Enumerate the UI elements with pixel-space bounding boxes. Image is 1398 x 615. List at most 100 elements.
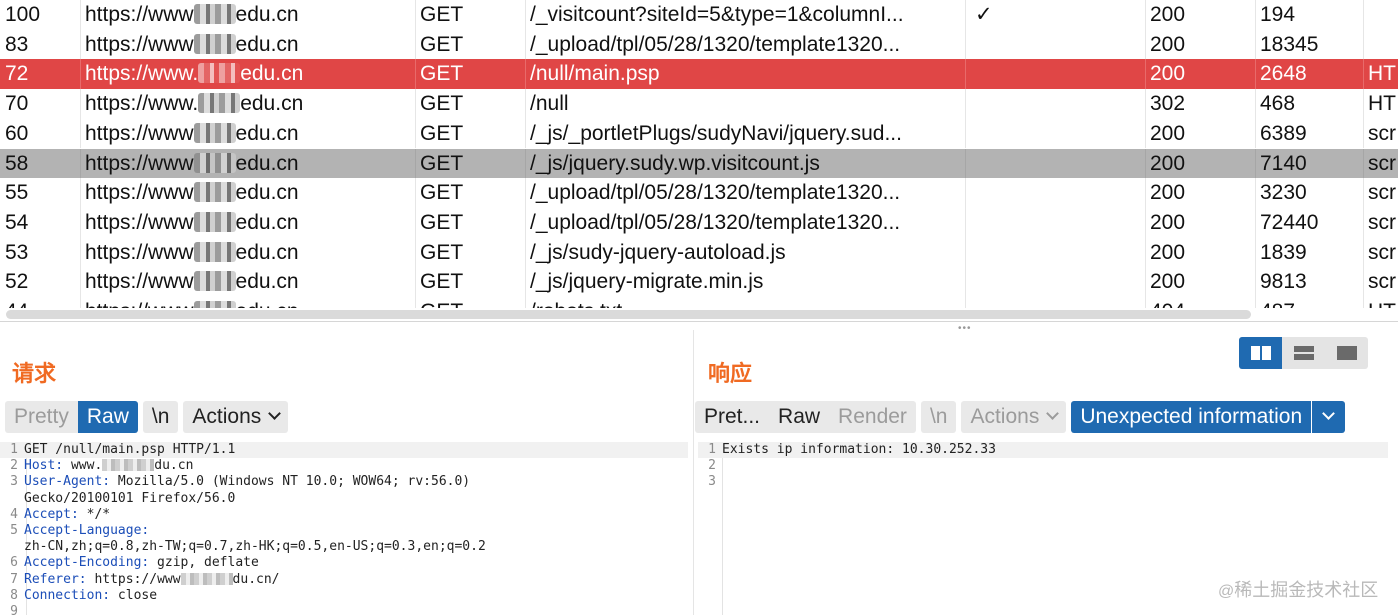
host-suffix: edu.cn	[235, 270, 299, 294]
response-view-tabs: Pret... Raw Render \n Actions Unexpected…	[695, 401, 1346, 433]
host-cell: https://www edu.cn	[80, 30, 415, 60]
column-separator	[80, 118, 81, 149]
tab-render[interactable]: Render	[829, 401, 916, 433]
column-separator	[80, 207, 81, 238]
column-separator	[1145, 148, 1146, 179]
header-name: Host:	[24, 458, 64, 474]
url-cell: /_upload/tpl/05/28/1320/template1320...	[530, 210, 901, 234]
rows-icon	[1294, 346, 1314, 360]
host-suffix: edu.cn	[235, 210, 299, 234]
host-prefix: https://www	[85, 181, 194, 205]
tab-unexpected-information[interactable]: Unexpected information	[1071, 401, 1312, 433]
line-number: 8	[10, 587, 18, 603]
tab-pretty[interactable]: Pretty	[5, 401, 78, 433]
host-cell: https://www edu.cn	[80, 267, 415, 297]
actions-menu-button[interactable]: Actions	[961, 401, 1067, 433]
column-separator	[415, 0, 416, 30]
column-separator	[415, 148, 416, 179]
horizontal-scrollbar[interactable]	[0, 308, 1398, 322]
line-text: Host: www. du.cn	[24, 458, 193, 474]
edited-cell	[965, 119, 1145, 149]
column-separator	[1255, 267, 1256, 297]
table-row[interactable]: 83 https://www edu.cn GET /_upload/tpl/05/28…	[0, 29, 1398, 60]
layout-single-button[interactable]	[1325, 337, 1368, 369]
length-cell: 1839	[1260, 240, 1307, 264]
request-editor[interactable]: 1 GET /null/main.psp HTTP/1.1 2 Host: www. d…	[0, 442, 688, 615]
table-row[interactable]: 58 https://www edu.cn GET /_js/jquery.sudy.w…	[0, 148, 1398, 179]
response-format-toggle: Pret... Raw Render	[695, 401, 916, 433]
code-line: zh-CN,zh;q=0.8,zh-TW;q=0.7,zh-HK;q=0.5,e…	[0, 539, 688, 555]
table-row[interactable]: 70 https://www. edu.cn GET/null 302 468 HT	[0, 89, 1398, 119]
method-cell: GET	[420, 32, 464, 56]
column-separator	[1255, 0, 1256, 30]
line-number	[0, 491, 24, 507]
line-text: zh-CN,zh;q=0.8,zh-TW;q=0.7,zh-HK;q=0.5,e…	[24, 539, 486, 555]
length-cell: 6389	[1260, 121, 1307, 145]
code-line: Gecko/20100101 Firefox/56.0	[0, 491, 688, 507]
method-cell: GET	[420, 210, 464, 234]
tab-pretty[interactable]: Pret...	[695, 401, 770, 433]
layout-toggle	[1239, 337, 1368, 369]
code-line: 1 GET /null/main.psp HTTP/1.1	[0, 442, 688, 459]
table-row[interactable]: 52 https://www edu.cn GET /_js/jquery-migrat…	[0, 267, 1398, 297]
num-cell: 55	[5, 181, 29, 205]
code-line: 5 Accept-Language:	[0, 523, 688, 539]
mime-cell	[1363, 30, 1398, 60]
extension-tab-group: Unexpected information	[1071, 401, 1346, 433]
method-cell: GET	[420, 151, 464, 175]
table-row[interactable]: 55 https://www edu.cn GET /_upload/tpl/05/28…	[0, 178, 1398, 208]
layout-rows-button[interactable]	[1282, 337, 1325, 369]
header-name: Accept:	[24, 506, 79, 522]
table-row[interactable]: 100 https://www edu.cn GET /_visitcount?site…	[0, 0, 1398, 30]
table-row[interactable]: 53 https://www edu.cn GET /_js/sudy-jquery-a…	[0, 237, 1398, 268]
column-separator	[1363, 237, 1364, 268]
table-row[interactable]: 54 https://www edu.cn GET /_upload/tpl/05/28…	[0, 207, 1398, 238]
newline-toggle-button[interactable]: \n	[920, 401, 957, 433]
watermark: @稀土掘金技术社区	[1218, 580, 1379, 600]
code-line: 4 Accept: */*	[0, 507, 688, 523]
host-cell: https://www edu.cn	[80, 149, 415, 179]
redacted-blur	[193, 152, 236, 173]
column-separator	[965, 118, 966, 149]
extension-dropdown-button[interactable]	[1311, 401, 1346, 433]
status-cell: 200	[1150, 121, 1186, 145]
code-line: 7 Referer: https://www du.cn/	[0, 572, 688, 588]
num-cell: 83	[5, 32, 29, 56]
line-number: 1	[708, 442, 716, 457]
layout-columns-button[interactable]	[1239, 337, 1282, 369]
column-separator	[80, 29, 81, 60]
redacted-blur	[193, 122, 236, 143]
split-divider[interactable]	[0, 321, 1398, 322]
column-separator	[1145, 178, 1146, 208]
method-cell: GET	[420, 62, 464, 86]
line-text: Gecko/20100101 Firefox/56.0	[24, 491, 235, 507]
mime-cell: scr	[1368, 151, 1396, 175]
tab-raw[interactable]: Raw	[77, 401, 138, 433]
redacted-blur	[193, 4, 236, 24]
url-cell: /_upload/tpl/05/28/1320/template1320...	[530, 181, 901, 205]
table-row[interactable]: 72 https://www. edu.cn GET/null/main.psp 200…	[0, 59, 1398, 90]
table-row[interactable]: 44 https://www edu.cn GET/robots.txt 404487H…	[0, 297, 1398, 308]
column-separator	[415, 207, 416, 238]
header-value: */*	[78, 506, 111, 522]
tab-raw[interactable]: Raw	[769, 401, 830, 433]
actions-menu-button[interactable]: Actions	[183, 401, 289, 433]
mime-cell: scr	[1368, 181, 1396, 205]
column-separator	[525, 237, 526, 268]
table-row[interactable]: 60 https://www edu.cn GET /_js/_portletPlugs…	[0, 118, 1398, 149]
url-cell: /_js/sudy-jquery-autoload.js	[530, 240, 786, 264]
request-view-tabs: Pretty Raw \n Actions	[5, 401, 289, 433]
column-separator	[415, 29, 416, 60]
column-separator	[1145, 237, 1146, 268]
scrollbar-thumb[interactable]	[6, 310, 1251, 319]
method-cell: GET	[420, 240, 464, 264]
panel-divider[interactable]	[693, 330, 694, 615]
column-separator	[1255, 207, 1256, 238]
column-separator	[1363, 148, 1364, 179]
column-separator	[1255, 297, 1256, 308]
request-panel-title: 请求	[12, 361, 57, 386]
column-separator	[415, 297, 416, 308]
newline-toggle-button[interactable]: \n	[142, 401, 179, 433]
column-separator	[1145, 59, 1146, 90]
split-handle-icon[interactable]: •••	[958, 323, 972, 334]
